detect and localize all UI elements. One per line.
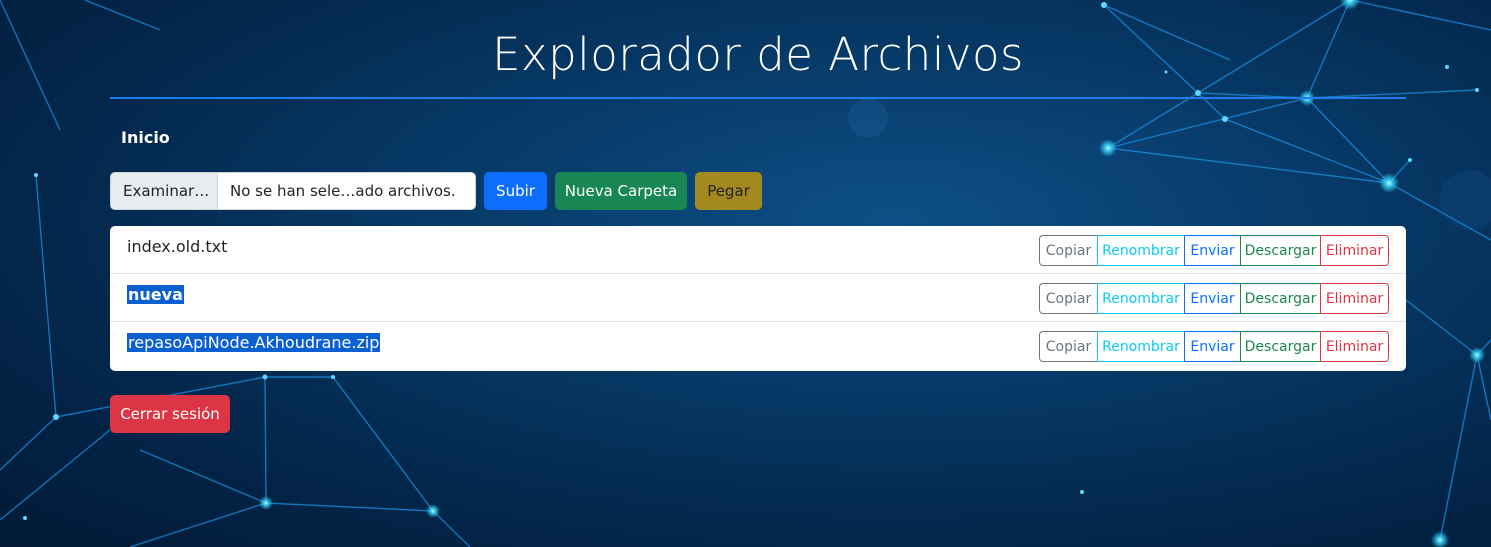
file-row: repasoApiNode.Akhoudrane.zip Copiar Reno…	[110, 322, 1406, 371]
folder-name[interactable]: nueva	[127, 285, 184, 304]
file-status-text: No se han sele…ado archivos.	[230, 182, 456, 200]
rename-button[interactable]: Renombrar	[1097, 331, 1185, 362]
upload-button[interactable]: Subir	[484, 172, 547, 210]
download-button[interactable]: Descargar	[1240, 235, 1321, 266]
logout-button[interactable]: Cerrar sesión	[110, 395, 230, 433]
file-name[interactable]: repasoApiNode.Akhoudrane.zip	[127, 333, 381, 352]
file-actions: Copiar Renombrar Enviar Descargar Elimin…	[1039, 331, 1389, 362]
send-button[interactable]: Enviar	[1184, 283, 1241, 314]
send-button[interactable]: Enviar	[1184, 331, 1241, 362]
rename-button[interactable]: Renombrar	[1097, 283, 1185, 314]
file-row: nueva Copiar Renombrar Enviar Descargar …	[110, 274, 1406, 322]
title-divider	[110, 97, 1406, 99]
send-button[interactable]: Enviar	[1184, 235, 1241, 266]
file-name[interactable]: index.old.txt	[127, 237, 227, 256]
file-list: index.old.txt Copiar Renombrar Enviar De…	[110, 226, 1406, 371]
copy-button[interactable]: Copiar	[1039, 331, 1098, 362]
new-folder-button[interactable]: Nueva Carpeta	[555, 172, 687, 210]
page-title: Explorador de Archivos	[492, 28, 1024, 81]
file-actions: Copiar Renombrar Enviar Descargar Elimin…	[1039, 235, 1389, 266]
breadcrumb-home[interactable]: Inicio	[121, 128, 170, 147]
file-input[interactable]: Examinar… No se han sele…ado archivos.	[110, 172, 476, 210]
delete-button[interactable]: Eliminar	[1320, 235, 1389, 266]
file-row: index.old.txt Copiar Renombrar Enviar De…	[110, 226, 1406, 274]
copy-button[interactable]: Copiar	[1039, 283, 1098, 314]
delete-button[interactable]: Eliminar	[1320, 331, 1389, 362]
browse-button[interactable]: Examinar…	[111, 173, 218, 209]
delete-button[interactable]: Eliminar	[1320, 283, 1389, 314]
copy-button[interactable]: Copiar	[1039, 235, 1098, 266]
rename-button[interactable]: Renombrar	[1097, 235, 1185, 266]
paste-button[interactable]: Pegar	[695, 172, 762, 210]
file-actions: Copiar Renombrar Enviar Descargar Elimin…	[1039, 283, 1389, 314]
download-button[interactable]: Descargar	[1240, 283, 1321, 314]
main-container: Explorador de Archivos Inicio Examinar… …	[0, 0, 1491, 547]
download-button[interactable]: Descargar	[1240, 331, 1321, 362]
